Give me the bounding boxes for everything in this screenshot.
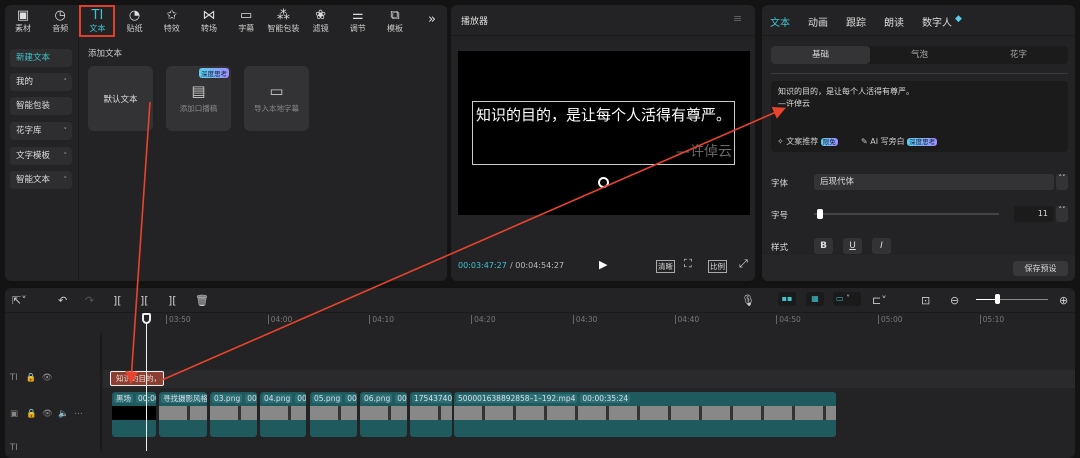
arrow-card-to-clip bbox=[125, 101, 151, 385]
arrow-clip-to-text bbox=[161, 106, 786, 381]
annotation-arrows bbox=[125, 101, 786, 385]
